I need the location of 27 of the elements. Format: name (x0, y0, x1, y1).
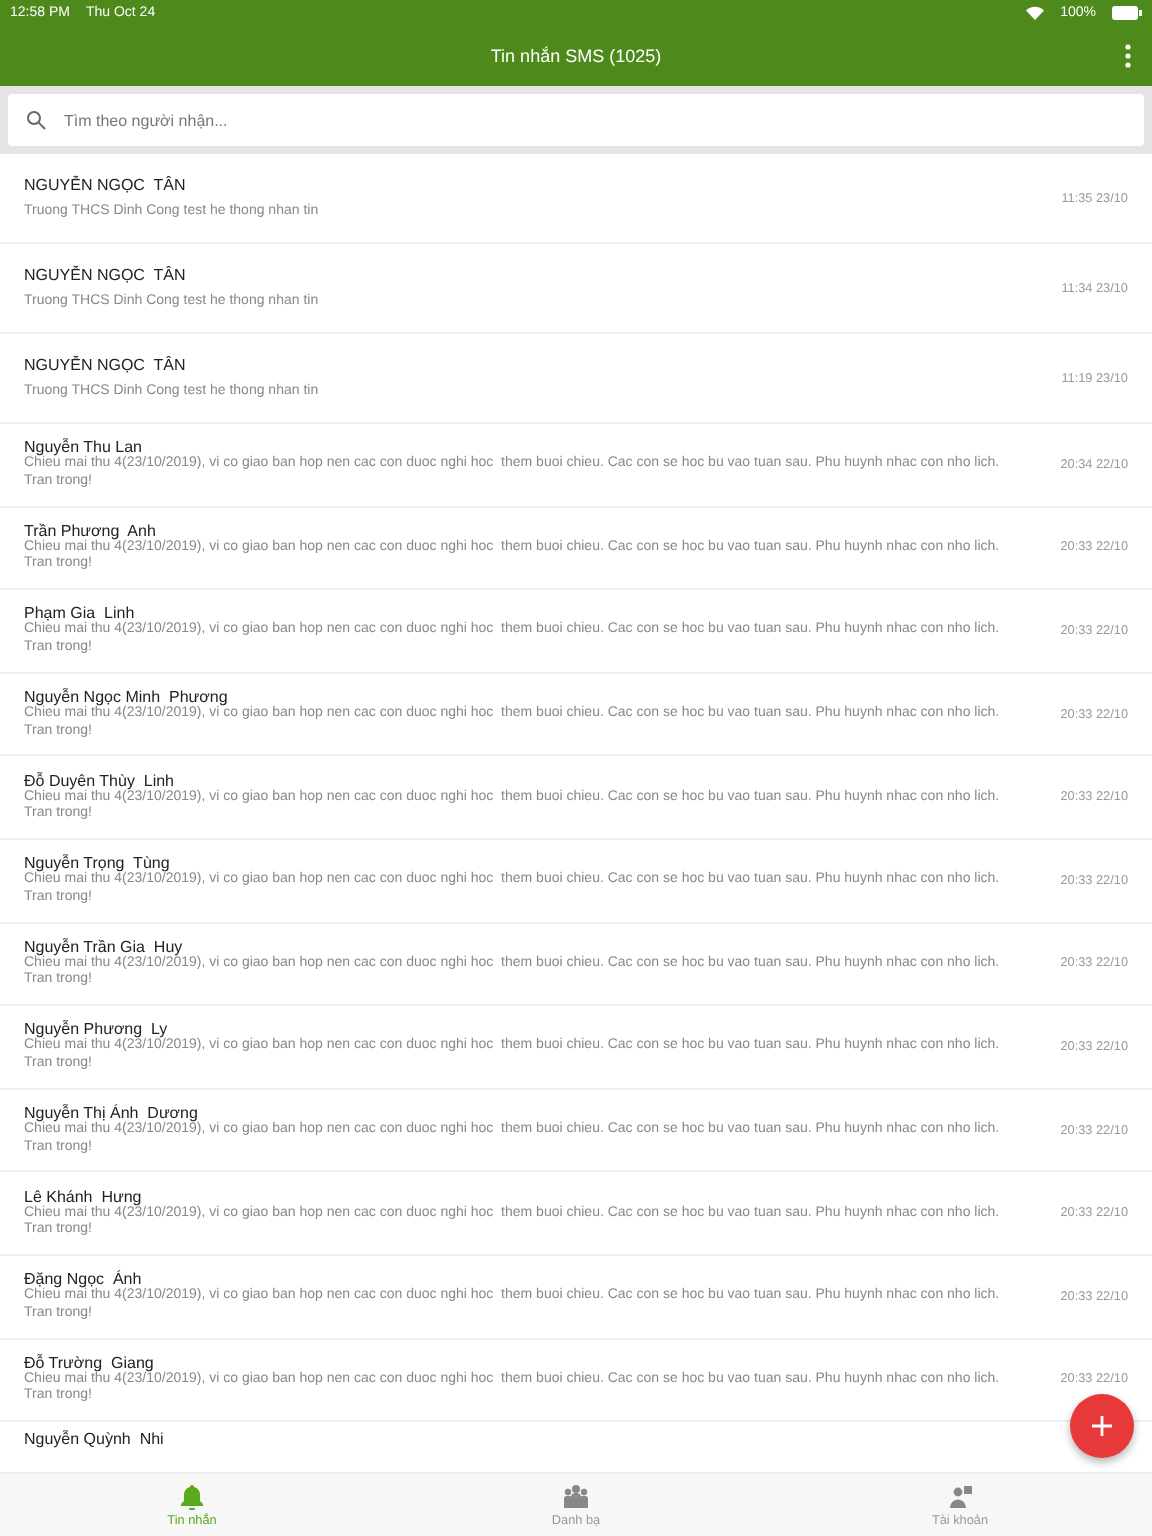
sender-name: Nguyễn Thị Ánh Dương (24, 1104, 198, 1123)
sender-name: Nguyễn Trọng Tùng (24, 854, 170, 873)
sender-name: NGUYỄN NGỌC TÂN (24, 355, 188, 374)
sender-name: Nguyễn Ngọc Minh Phương (24, 688, 230, 707)
sender-name: NGUYỄN NGỌC TÂN (24, 265, 188, 284)
battery-icon (1112, 6, 1142, 20)
sender-name: Nguyễn Phương Ly (24, 1020, 168, 1039)
more-icon[interactable] (1124, 44, 1132, 68)
people-icon (562, 1483, 590, 1509)
wifi-icon (1026, 6, 1045, 20)
search-icon (26, 110, 46, 130)
sender-name: Nguyễn Thu Lan (24, 438, 143, 457)
sender-name: Lê Khánh Hưng (24, 1187, 142, 1206)
sender-name: Nguyễn Trần Gia Huy (24, 937, 183, 956)
person-at-desk-icon (947, 1483, 973, 1509)
add-button[interactable] (1070, 1394, 1134, 1458)
sender-name: Đỗ Duyên Thùy Linh (24, 771, 175, 790)
sender-name: Đặng Ngọc Ánh (24, 1270, 142, 1289)
sender-name: Phạm Gia Linh (24, 604, 135, 623)
sender-name: Đỗ Trường Giang (24, 1353, 154, 1372)
sender-name: NGUYỄN NGỌC TÂN (24, 175, 188, 194)
screen-title: Tin nhắn SMS (1025) (490, 46, 662, 66)
sender-name: Trần Phương Anh (24, 521, 156, 540)
plus-icon (1092, 1416, 1112, 1436)
search-field[interactable]: Tìm theo người nhận... (8, 94, 1144, 146)
bell-icon (180, 1483, 204, 1509)
sender-name: Nguyễn Quỳnh Nhi (24, 1430, 166, 1449)
